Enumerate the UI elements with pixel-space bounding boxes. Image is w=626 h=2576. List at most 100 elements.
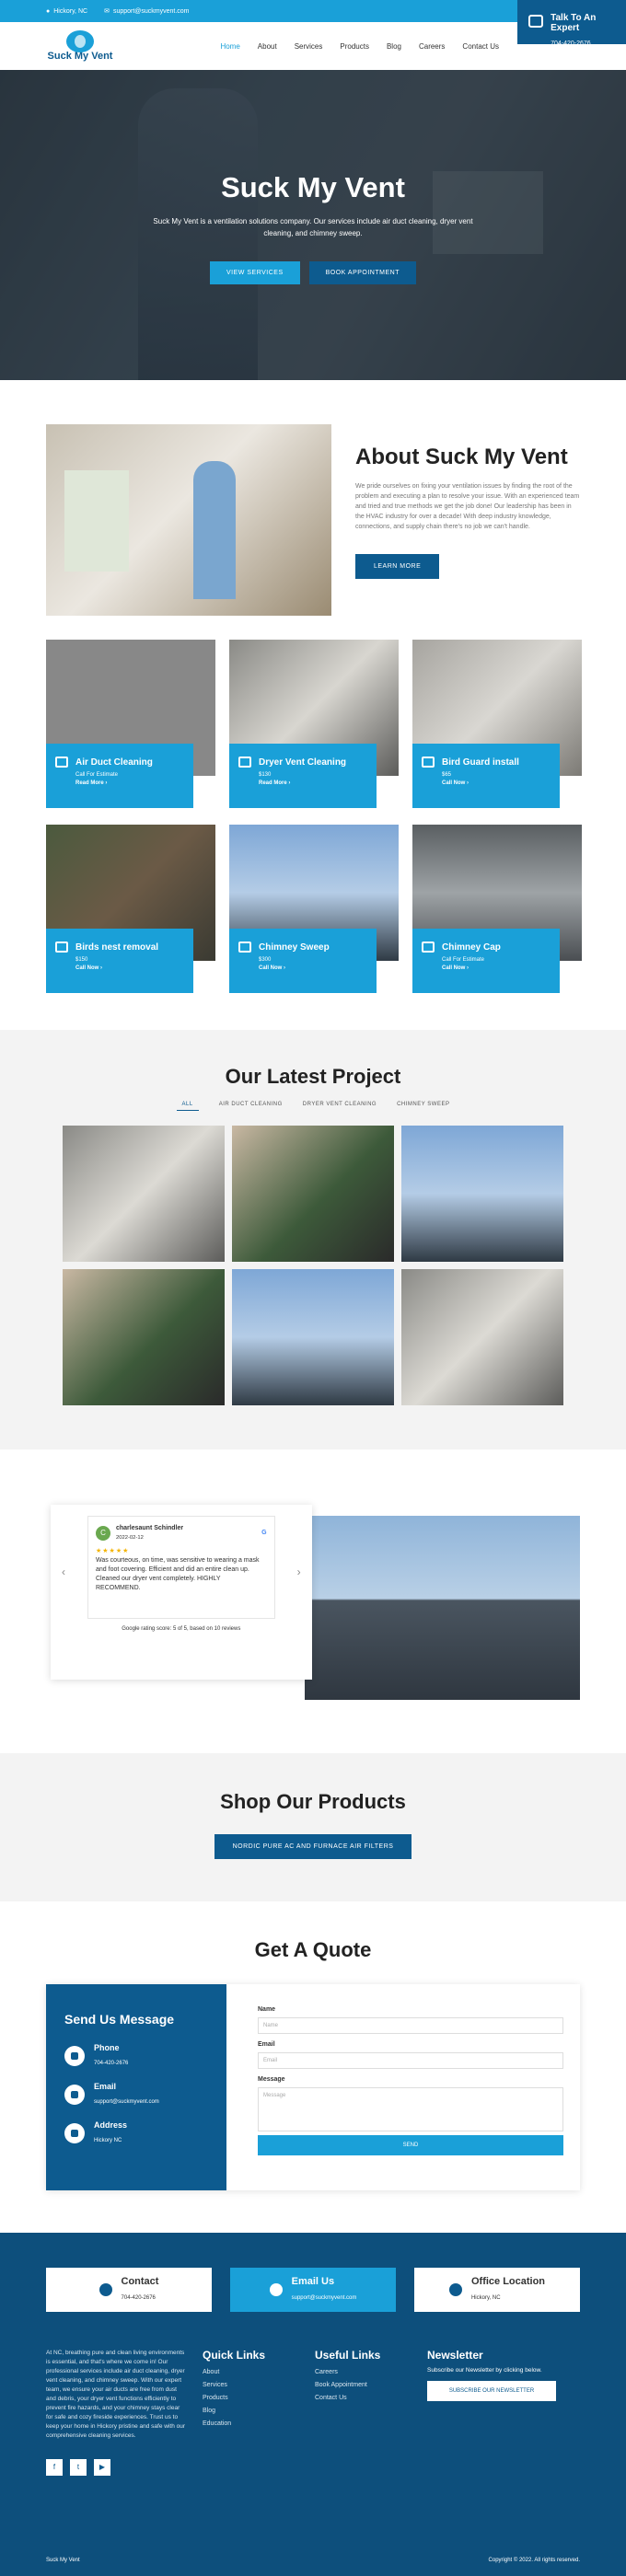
useful-links: Useful Links Careers Book Appointment Co…: [315, 2349, 412, 2476]
avatar: C: [96, 1526, 110, 1541]
quote-section: Get A Quote Send Us Message Phone 704-420…: [0, 1901, 626, 2233]
message-field[interactable]: Message: [258, 2087, 563, 2131]
service-card[interactable]: Chimney Sweep $300 Call Now ›: [229, 825, 399, 993]
call-now-link[interactable]: Call Now ›: [75, 965, 184, 971]
location: ● Hickory, NC: [46, 7, 88, 15]
review-section: ‹ › C charlesaunt Schindler 2022-02-12 G …: [0, 1450, 626, 1753]
dryer-icon: [238, 757, 251, 768]
footer-brand: Suck My Vent: [46, 2558, 80, 2563]
quote-form: Name Name Email Email Message Message SE…: [226, 1984, 580, 2190]
project-image[interactable]: [401, 1126, 563, 1262]
projects-title: Our Latest Project: [225, 1065, 401, 1088]
project-image[interactable]: [232, 1269, 394, 1405]
phone-icon: [64, 2046, 85, 2066]
call-now-link[interactable]: Call Now ›: [442, 780, 551, 786]
link-education[interactable]: Education: [203, 2420, 300, 2427]
service-card[interactable]: Air Duct Cleaning Call For Estimate Read M…: [46, 640, 215, 808]
book-appointment-button[interactable]: BOOK APPOINTMENT: [308, 261, 416, 284]
about-title: About Suck My Vent: [355, 445, 568, 469]
pin-icon: [448, 2283, 462, 2296]
about-image: [46, 424, 331, 616]
nav-about[interactable]: About: [258, 42, 277, 51]
link-careers[interactable]: Careers: [315, 2369, 412, 2375]
duct-icon: [55, 757, 68, 768]
learn-more-button[interactable]: LEARN MORE: [355, 554, 440, 579]
newsletter: Newsletter Subscribe our Newsletter by c…: [427, 2349, 565, 2476]
chat-icon: [528, 15, 544, 28]
nav-careers[interactable]: Careers: [419, 42, 445, 51]
nav-blog[interactable]: Blog: [387, 42, 401, 51]
service-card[interactable]: Birds nest removal $150 Call Now ›: [46, 825, 215, 993]
shop-section: Shop Our Products NORDIC PURE AC AND FUR…: [0, 1753, 626, 1901]
call-now-link[interactable]: Call Now ›: [259, 965, 367, 971]
link-products[interactable]: Products: [203, 2395, 300, 2401]
youtube-icon[interactable]: ▶: [94, 2459, 110, 2476]
service-card[interactable]: Bird Guard install $65 Call Now ›: [412, 640, 582, 808]
pin-icon: ●: [46, 7, 51, 15]
subscribe-button[interactable]: SUBSCRIBE OUR NEWSLETTER: [427, 2381, 556, 2401]
service-card[interactable]: Chimney Cap Call For Estimate Call Now ›: [412, 825, 582, 993]
about-text: We pride ourselves on fixing your ventil…: [355, 483, 580, 530]
shop-title: Shop Our Products: [220, 1790, 406, 1813]
review-date: 2022-02-12: [116, 1535, 144, 1541]
read-more-link[interactable]: Read More ›: [75, 780, 184, 786]
project-image[interactable]: [232, 1126, 394, 1262]
name-field[interactable]: Name: [258, 2017, 563, 2034]
email[interactable]: ✉ support@suckmyvent.com: [104, 7, 189, 16]
send-button[interactable]: SEND: [258, 2135, 563, 2155]
quote-title: Get A Quote: [254, 1938, 372, 1961]
footer-about: At NC, breathing pure and clean living e…: [46, 2350, 186, 2439]
email-field[interactable]: Email: [258, 2052, 563, 2069]
bird-guard-icon: [422, 757, 435, 768]
link-book[interactable]: Book Appointment: [315, 2382, 412, 2388]
phone-icon: [99, 2283, 112, 2296]
filter-all[interactable]: ALL: [176, 1102, 199, 1111]
call-now-link[interactable]: Call Now ›: [442, 965, 551, 971]
read-more-link[interactable]: Read More ›: [259, 780, 367, 786]
project-image[interactable]: [63, 1126, 225, 1262]
review-text: Was courteous, on time, was sensitive to…: [96, 1557, 260, 1591]
nav-contact[interactable]: Contact Us: [462, 42, 499, 51]
footer: Contact 704-420-2676 Email Us support@suck…: [0, 2233, 626, 2576]
project-filters: ALL AIR DUCT CLEANING DRYER VENT CLEANIN…: [0, 1102, 626, 1111]
filter-chimney[interactable]: CHIMNEY SWEEP: [397, 1102, 449, 1111]
nav-products[interactable]: Products: [340, 42, 369, 51]
project-image[interactable]: [401, 1269, 563, 1405]
logo[interactable]: Suck My Vent: [44, 30, 116, 62]
office-card[interactable]: Office Location Hickory, NC: [414, 2268, 580, 2312]
google-icon: G: [261, 1530, 267, 1536]
chevron-left-icon[interactable]: ‹: [62, 1565, 65, 1578]
contact-card[interactable]: Contact 704-420-2676: [46, 2268, 212, 2312]
facebook-icon[interactable]: f: [46, 2459, 63, 2476]
chimney-image: [304, 1516, 580, 1700]
filter-dryer-vent[interactable]: DRYER VENT CLEANING: [303, 1102, 377, 1111]
service-card[interactable]: Dryer Vent Cleaning $130 Read More ›: [229, 640, 399, 808]
quick-links: Quick Links About Services Products Blog…: [203, 2349, 300, 2476]
reviewer-name: charlesaunt Schindler: [116, 1525, 184, 1531]
filter-air-duct[interactable]: AIR DUCT CLEANING: [219, 1102, 283, 1111]
link-contact[interactable]: Contact Us: [315, 2395, 412, 2401]
rating-stars: ★★★★★: [96, 1548, 130, 1554]
link-about[interactable]: About: [203, 2369, 300, 2375]
mail-icon: [269, 2283, 283, 2296]
talk-to-expert-button[interactable]: Talk To An Expert 704-420-2676: [517, 0, 626, 47]
hero-title: Suck My Vent: [221, 171, 405, 203]
project-image[interactable]: [63, 1269, 225, 1405]
link-services[interactable]: Services: [203, 2382, 300, 2388]
hero: Suck My Vent Suck My Vent is a ventilati…: [0, 70, 626, 380]
tiktok-icon[interactable]: t: [70, 2459, 87, 2476]
mail-icon: [64, 2085, 85, 2105]
link-blog[interactable]: Blog: [203, 2408, 300, 2414]
review-card: ‹ › C charlesaunt Schindler 2022-02-12 G …: [51, 1505, 312, 1680]
hero-subtitle: Suck My Vent is a ventilation solutions …: [153, 217, 473, 237]
nav-home[interactable]: Home: [220, 42, 239, 51]
main-nav: Home About Services Products Blog Career…: [220, 42, 499, 51]
chevron-right-icon[interactable]: ›: [297, 1565, 301, 1578]
services-grid: Air Duct Cleaning Call For Estimate Read M…: [0, 640, 626, 993]
logo-icon: [66, 30, 94, 52]
view-services-button[interactable]: VIEW SERVICES: [210, 261, 300, 284]
email-card[interactable]: Email Us support@suckmyvent.com: [230, 2268, 396, 2312]
air-filters-button[interactable]: NORDIC PURE AC AND FURNACE AIR FILTERS: [214, 1834, 412, 1859]
about-section: About Suck My Vent We pride ourselves on…: [0, 380, 626, 656]
nav-services[interactable]: Services: [295, 42, 323, 51]
